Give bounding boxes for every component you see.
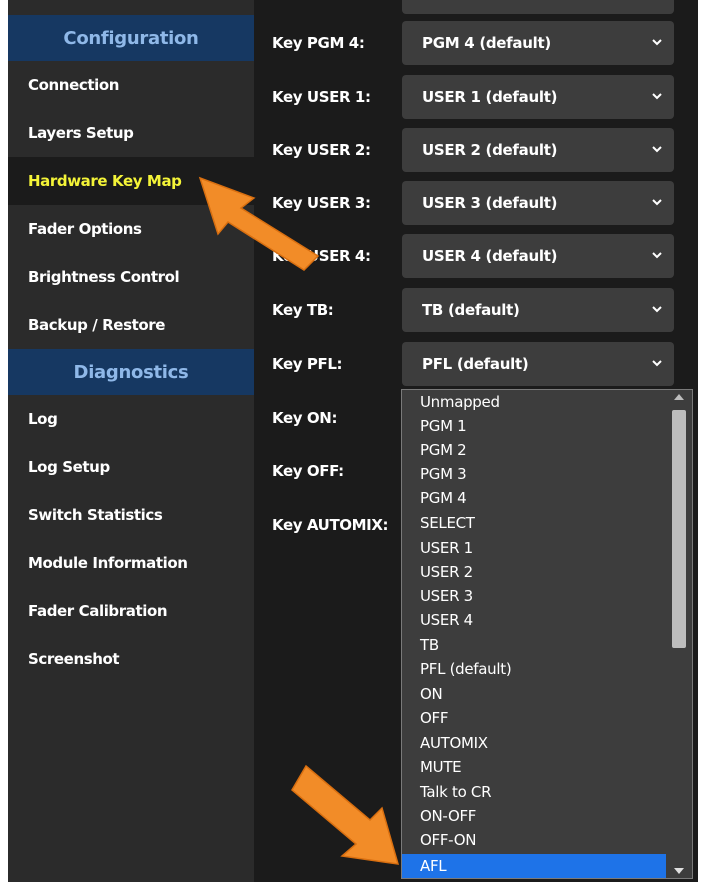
key-select-user3[interactable]: USER 3 (default) [402,181,674,225]
scrollbar-thumb[interactable] [672,410,686,648]
nav-item-module-information[interactable]: Module Information [8,539,254,587]
key-options-dropdown[interactable]: Unmapped PGM 1 PGM 2 PGM 3 PGM 4 SELECT … [401,389,693,879]
key-select-user1[interactable]: USER 1 (default) [402,75,674,119]
key-select-pfl[interactable]: PFL (default) [402,342,674,386]
section-header-diagnostics: Diagnostics [8,349,254,395]
key-select-tb[interactable]: TB (default) [402,288,674,332]
dropdown-option[interactable]: AUTOMIX [402,731,666,755]
key-label-user1: Key USER 1: [272,88,371,106]
dropdown-option[interactable]: PFL (default) [402,657,666,681]
dropdown-option[interactable]: PGM 2 [402,438,666,462]
chevron-down-icon [652,360,662,367]
nav-item-switch-statistics[interactable]: Switch Statistics [8,491,254,539]
nav-item-backup-restore[interactable]: Backup / Restore [8,301,254,349]
dropdown-option[interactable]: OFF-ON [402,828,666,852]
dropdown-option[interactable]: USER 4 [402,608,666,632]
chevron-down-icon [652,146,662,153]
key-label-user2: Key USER 2: [272,141,371,159]
dropdown-option[interactable]: TB [402,633,666,657]
nav-item-log-setup[interactable]: Log Setup [8,443,254,491]
key-label-on: Key ON: [272,409,338,427]
key-label-pfl: Key PFL: [272,355,343,373]
scroll-up-arrow-icon[interactable] [674,394,684,400]
dropdown-option[interactable]: MUTE [402,755,666,779]
dropdown-option[interactable]: USER 2 [402,560,666,584]
key-label-tb: Key TB: [272,301,334,319]
key-label-pgm4: Key PGM 4: [272,34,365,52]
dropdown-option[interactable]: PGM 3 [402,462,666,486]
nav-item-connection[interactable]: Connection [8,61,254,109]
chevron-down-icon [652,93,662,100]
dropdown-option[interactable]: OFF [402,706,666,730]
chevron-down-icon [652,252,662,259]
dropdown-option[interactable]: ON-OFF [402,804,666,828]
dropdown-option[interactable]: ON [402,682,666,706]
nav-item-fader-calibration[interactable]: Fader Calibration [8,587,254,635]
section-header-configuration: Configuration [8,15,254,61]
dropdown-option[interactable]: Talk to CR [402,780,666,804]
key-select-user2[interactable]: USER 2 (default) [402,128,674,172]
dropdown-option[interactable]: USER 3 [402,584,666,608]
chevron-down-icon [652,306,662,313]
dropdown-option[interactable]: PGM 4 [402,486,666,510]
dropdown-option[interactable]: SELECT [402,511,666,535]
nav-item-screenshot[interactable]: Screenshot [8,635,254,683]
key-select-user4[interactable]: USER 4 (default) [402,234,674,278]
key-label-off: Key OFF: [272,462,344,480]
dropdown-option[interactable]: Unmapped [402,390,666,414]
scroll-down-arrow-icon[interactable] [674,868,684,874]
dropdown-option-selected[interactable]: AFL [402,854,666,878]
dropdown-option[interactable]: PGM 1 [402,414,666,438]
key-select-pgm4[interactable]: PGM 4 (default) [402,21,674,65]
nav-item-layers-setup[interactable]: Layers Setup [8,109,254,157]
annotation-arrow-icon [198,176,320,271]
chevron-down-icon [652,199,662,206]
nav-item-log[interactable]: Log [8,395,254,443]
dropdown-option[interactable]: USER 1 [402,536,666,560]
dropdown-scrollbar[interactable] [666,390,692,878]
chevron-down-icon [652,39,662,46]
annotation-arrow-icon [291,764,400,865]
key-select-partial[interactable] [402,0,674,14]
key-label-automix: Key AUTOMIX: [272,516,389,534]
